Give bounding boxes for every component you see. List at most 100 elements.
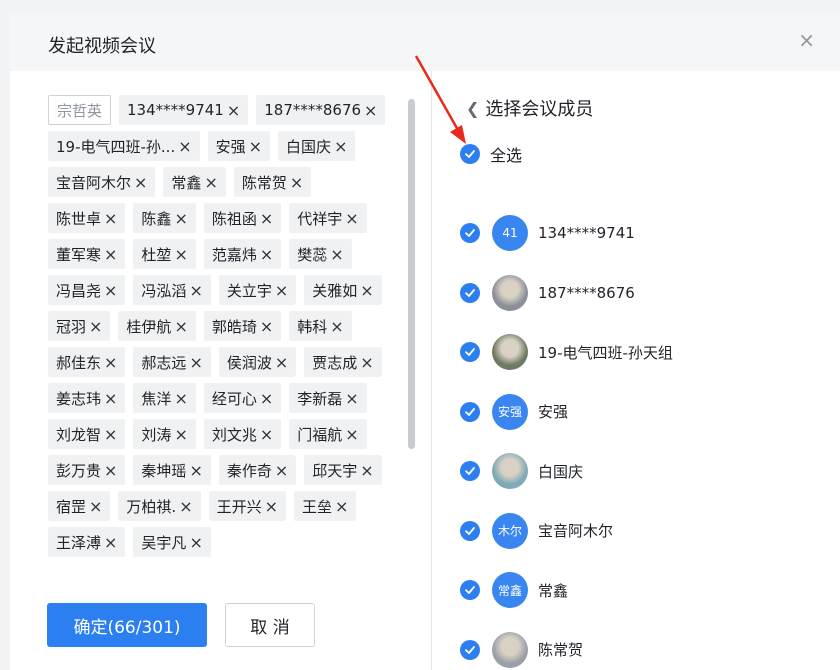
checkbox-checked-icon[interactable] — [460, 580, 480, 600]
chip-label: 宿罡 — [56, 497, 87, 516]
remove-chip-icon[interactable]: × — [189, 353, 202, 372]
member-row[interactable]: 19-电气四班-孙天组 — [460, 332, 673, 372]
remove-chip-icon[interactable]: × — [104, 425, 117, 444]
remove-chip-icon[interactable]: × — [174, 209, 187, 228]
member-row[interactable]: 41 134****9741 — [460, 213, 635, 253]
selected-member-chip: 范嘉炜 × — [203, 239, 282, 269]
remove-chip-icon[interactable]: × — [174, 245, 187, 264]
checkbox-checked-icon[interactable] — [460, 401, 480, 422]
chip-label: 陈祖函 — [211, 209, 257, 228]
remove-chip-icon[interactable]: × — [260, 245, 273, 264]
remove-chip-icon[interactable]: × — [104, 281, 117, 300]
remove-chip-icon[interactable]: × — [104, 533, 117, 552]
remove-chip-icon[interactable]: × — [174, 389, 187, 408]
selected-member-chip: 秦作奇 × — [218, 455, 297, 485]
remove-chip-icon[interactable]: × — [360, 461, 373, 480]
remove-chip-icon[interactable]: × — [260, 317, 273, 336]
remove-chip-icon[interactable]: × — [104, 353, 117, 372]
selected-member-chip: 姜志玮 × — [48, 383, 126, 413]
chip-label: 宗哲英 — [57, 101, 103, 120]
remove-chip-icon[interactable]: × — [260, 425, 273, 444]
back-to-select-members[interactable]: ❮ 选择会议成员 — [466, 93, 840, 123]
member-row[interactable]: 白国庆 — [460, 451, 583, 491]
confirm-button[interactable]: 确定(66/301) — [47, 603, 207, 647]
member-row[interactable]: 安强 安强 — [460, 392, 568, 432]
remove-chip-icon[interactable]: × — [335, 497, 348, 516]
member-row[interactable]: 187****8676 — [460, 273, 635, 313]
chip-label: 刘龙智 — [56, 425, 102, 444]
remove-chip-icon[interactable]: × — [334, 137, 347, 156]
selected-member-chip: 郭皓琦 × — [203, 311, 282, 341]
chip-label: 郝志远 — [141, 353, 187, 372]
chevron-left-icon: ❮ — [466, 98, 480, 118]
chip-label: 关雅如 — [312, 281, 358, 300]
remove-chip-icon[interactable]: × — [174, 425, 187, 444]
scrollbar[interactable] — [408, 99, 415, 449]
remove-chip-icon[interactable]: × — [330, 317, 343, 336]
remove-chip-icon[interactable]: × — [260, 209, 273, 228]
remove-chip-icon[interactable]: × — [275, 281, 288, 300]
remove-chip-icon[interactable]: × — [89, 317, 102, 336]
selected-member-chip: 王开兴 × — [208, 491, 287, 521]
checkbox-checked-icon[interactable] — [460, 639, 480, 660]
close-icon[interactable]: × — [798, 30, 815, 50]
chip-label: 19-电气四班-孙... — [56, 137, 176, 156]
chip-label: 姜志玮 — [56, 389, 102, 408]
remove-chip-icon[interactable]: × — [134, 173, 147, 192]
member-row[interactable]: 木尔 宝音阿木尔 — [460, 511, 613, 551]
remove-chip-icon[interactable]: × — [265, 497, 278, 516]
chip-label: 邱天宇 — [312, 461, 358, 480]
selected-member-chip: 侯润波 × — [218, 347, 297, 377]
remove-chip-icon[interactable]: × — [360, 281, 373, 300]
remove-chip-icon[interactable]: × — [104, 245, 117, 264]
remove-chip-icon[interactable]: × — [345, 425, 358, 444]
cancel-button[interactable]: 取 消 — [225, 603, 315, 647]
remove-chip-icon[interactable]: × — [330, 245, 343, 264]
remove-chip-icon[interactable]: × — [104, 461, 117, 480]
avatar — [492, 274, 528, 311]
selected-member-chip: 134****9741 × — [119, 95, 249, 125]
remove-chip-icon[interactable]: × — [189, 533, 202, 552]
member-row[interactable]: 常鑫 常鑫 — [460, 570, 568, 610]
remove-chip-icon[interactable]: × — [364, 101, 377, 120]
member-row[interactable]: 陈常贺 — [460, 630, 583, 670]
remove-chip-icon[interactable]: × — [189, 281, 202, 300]
remove-chip-icon[interactable]: × — [204, 173, 217, 192]
checkbox-checked-icon[interactable] — [460, 144, 480, 164]
selected-member-chip: 樊蕊 × — [289, 239, 352, 269]
selected-member-chip: 刘龙智 × — [48, 419, 126, 449]
remove-chip-icon[interactable]: × — [189, 461, 202, 480]
chip-label: 郭皓琦 — [211, 317, 257, 336]
remove-chip-icon[interactable]: × — [345, 389, 358, 408]
checkbox-checked-icon[interactable] — [460, 461, 480, 481]
remove-chip-icon[interactable]: × — [174, 317, 187, 336]
checkbox-checked-icon[interactable] — [460, 282, 480, 303]
remove-chip-icon[interactable]: × — [290, 173, 303, 192]
remove-chip-icon[interactable]: × — [89, 497, 102, 516]
remove-chip-icon[interactable]: × — [360, 353, 373, 372]
remove-chip-icon[interactable]: × — [179, 497, 192, 516]
chip-label: 冯泓滔 — [141, 281, 187, 300]
select-all-row[interactable]: 全选 — [460, 139, 840, 169]
remove-chip-icon[interactable]: × — [275, 461, 288, 480]
avatar: 安强 — [492, 393, 528, 430]
remove-chip-icon[interactable]: × — [249, 137, 262, 156]
checkbox-checked-icon[interactable] — [460, 342, 480, 362]
remove-chip-icon[interactable]: × — [104, 209, 117, 228]
selected-member-chip: 韩科 × — [289, 311, 352, 341]
member-name: 134****9741 — [538, 224, 635, 242]
checkbox-checked-icon[interactable] — [460, 223, 480, 243]
remove-chip-icon[interactable]: × — [260, 389, 273, 408]
select-all-label: 全选 — [490, 146, 523, 165]
remove-chip-icon[interactable]: × — [104, 389, 117, 408]
chip-label: 吴宇凡 — [141, 533, 187, 552]
remove-chip-icon[interactable]: × — [227, 101, 240, 120]
selected-members-panel: 宗哲英 134****9741 × 187****8676 × 19-电气四班-孙... ×… — [48, 95, 428, 605]
checkbox-checked-icon[interactable] — [460, 520, 480, 541]
chip-label: 侯润波 — [226, 353, 272, 372]
remove-chip-icon[interactable]: × — [275, 353, 288, 372]
selected-member-chip: 冯昌尧 × — [48, 275, 126, 305]
remove-chip-icon[interactable]: × — [178, 137, 191, 156]
selected-member-chip: 焦洋 × — [133, 383, 196, 413]
remove-chip-icon[interactable]: × — [345, 209, 358, 228]
